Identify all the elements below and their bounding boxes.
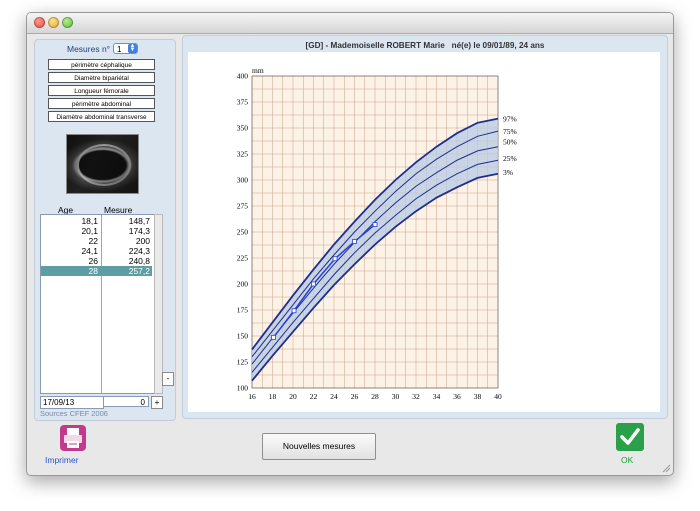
measure-type-abdominal[interactable]: périmètre abdominal xyxy=(48,98,155,109)
close-window-icon[interactable] xyxy=(34,17,45,28)
y-tick-label: 150 xyxy=(237,332,249,341)
add-row-button[interactable]: + xyxy=(151,396,163,409)
print-label[interactable]: Imprimer xyxy=(45,455,79,465)
zoom-window-icon[interactable] xyxy=(62,17,73,28)
y-tick-label: 375 xyxy=(237,98,249,107)
y-tick-label: 350 xyxy=(237,124,249,133)
percentile-label: 25% xyxy=(503,154,517,163)
date-field[interactable]: 17/09/13 xyxy=(40,396,104,409)
y-tick-label: 325 xyxy=(237,150,249,159)
table-row[interactable]: 20,1 174,3 xyxy=(41,226,152,236)
measure-type-transverse[interactable]: Diamètre abdominal transverse xyxy=(48,111,155,122)
patient-header: [GD] - Mademoiselle ROBERT Marie né(e) l… xyxy=(305,41,545,50)
data-point xyxy=(372,222,378,227)
measure-type-cephalic[interactable]: périmètre céphalique xyxy=(48,59,155,70)
x-tick-label: 40 xyxy=(494,392,502,401)
mesures-label: Mesures n° xyxy=(67,44,111,54)
mesure-number-value: 1 xyxy=(117,45,122,54)
percentile-label: 50% xyxy=(503,138,517,147)
remove-row-button[interactable]: - xyxy=(162,372,174,386)
table-scrollbar[interactable] xyxy=(154,214,163,394)
printer-icon xyxy=(60,425,86,451)
data-point xyxy=(332,256,338,262)
chart-panel: [GD] - Mademoiselle ROBERT Marie né(e) l… xyxy=(182,35,668,419)
ultrasound-image xyxy=(66,134,139,194)
x-tick-label: 22 xyxy=(310,392,318,401)
y-tick-label: 300 xyxy=(237,176,249,185)
x-tick-label: 38 xyxy=(474,392,482,401)
percentile-label: 3% xyxy=(503,168,513,177)
data-point xyxy=(311,281,316,287)
sources-note: Sources CFEF 2006 xyxy=(40,409,108,418)
x-tick-label: 32 xyxy=(412,392,420,401)
x-tick-label: 20 xyxy=(289,392,297,401)
x-tick-label: 24 xyxy=(330,392,338,401)
y-axis-label: mm xyxy=(252,66,264,75)
percentile-label: 75% xyxy=(503,127,517,136)
stepper-arrows-icon[interactable]: ▲ ▼ xyxy=(128,43,137,53)
percentile-label: 97% xyxy=(503,115,517,124)
measures-table: 18,1 148,7 20,1 174,3 22 200 24,1 224,3 … xyxy=(40,214,155,394)
x-tick-label: 18 xyxy=(269,392,277,401)
measure-type-biparietal[interactable]: Diamètre bipariétal xyxy=(48,72,155,83)
measure-value-field[interactable]: 0 xyxy=(103,396,149,407)
y-tick-label: 225 xyxy=(237,254,249,263)
y-tick-label: 400 xyxy=(237,72,249,81)
minimize-window-icon[interactable] xyxy=(48,17,59,28)
measures-panel: Mesures n° 1 ▲ ▼ périmètre céphalique Dia… xyxy=(34,39,176,421)
ok-button[interactable] xyxy=(615,422,645,452)
growth-chart-container: 97% 75% 50% 25% 3% 16 18 20 22 24 26 28 30 32 34 36 38 40… xyxy=(188,52,660,412)
new-measures-button[interactable]: Nouvelles mesures xyxy=(262,433,376,460)
y-tick-label: 175 xyxy=(237,306,249,315)
y-tick-label: 100 xyxy=(237,384,249,393)
checkmark-icon xyxy=(616,423,644,451)
y-tick-label: 275 xyxy=(237,202,249,211)
data-point xyxy=(271,334,276,340)
x-tick-label: 34 xyxy=(433,392,441,401)
x-tick-label: 28 xyxy=(371,392,379,401)
title-bar xyxy=(27,13,673,34)
x-tick-label: 16 xyxy=(248,392,256,401)
growth-chart: 97% 75% 50% 25% 3% 16 18 20 22 24 26 28 30 32 34 36 38 40… xyxy=(237,66,517,401)
x-tick-label: 36 xyxy=(453,392,461,401)
data-point xyxy=(352,239,357,244)
table-row[interactable]: 24,1 224,3 xyxy=(41,246,152,256)
x-tick-label: 26 xyxy=(351,392,359,401)
data-point xyxy=(291,308,297,314)
y-tick-label: 125 xyxy=(237,358,249,367)
table-row[interactable]: 18,1 148,7 xyxy=(41,216,152,226)
resize-grip-icon[interactable] xyxy=(661,463,671,473)
mesure-number-select[interactable]: 1 ▲ ▼ xyxy=(113,43,138,54)
table-row-selected[interactable]: 28 257,2 xyxy=(41,266,152,276)
table-row[interactable]: 26 240,8 xyxy=(41,256,152,266)
measure-type-femur[interactable]: Longueur fémorale xyxy=(48,85,155,96)
ok-label[interactable]: OK xyxy=(621,455,633,465)
y-tick-label: 250 xyxy=(237,228,249,237)
x-tick-label: 30 xyxy=(392,392,400,401)
app-window: Mesures n° 1 ▲ ▼ périmètre céphalique Dia… xyxy=(26,12,674,476)
table-row[interactable]: 22 200 xyxy=(41,236,152,246)
y-tick-label: 200 xyxy=(237,280,249,289)
